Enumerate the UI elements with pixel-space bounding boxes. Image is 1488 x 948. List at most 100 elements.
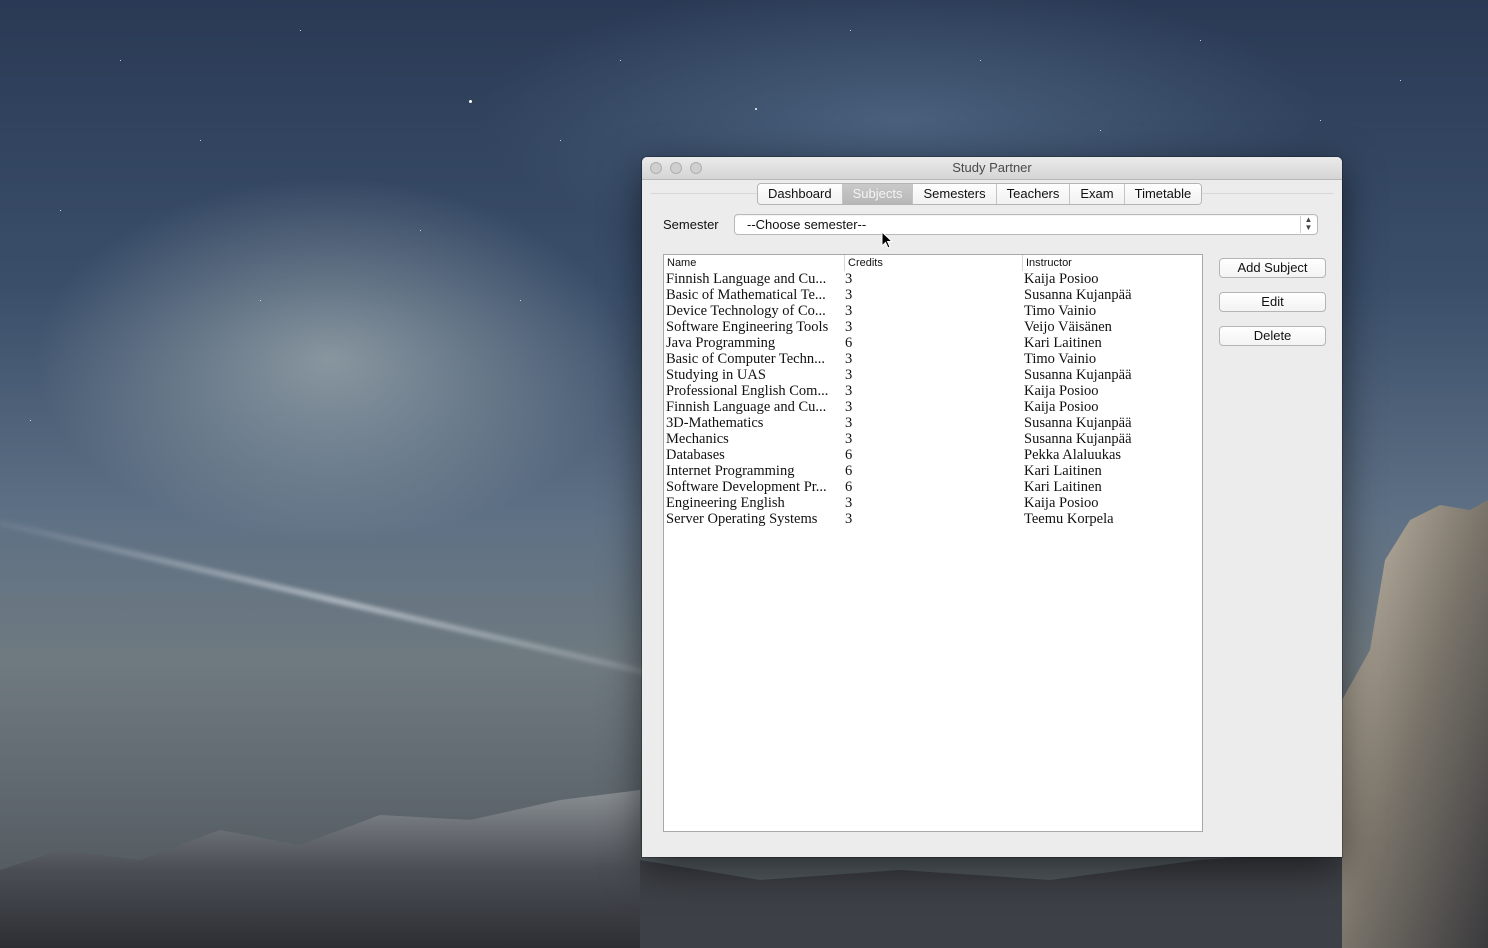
cell-credits: 3: [845, 511, 853, 527]
star-icon: [520, 300, 521, 301]
table-row[interactable]: Basic of Computer Techn... 3 Timo Vainio: [664, 351, 1202, 367]
column-header-credits[interactable]: Credits: [845, 255, 1023, 271]
add-subject-button[interactable]: Add Subject: [1219, 258, 1326, 278]
table-row[interactable]: Mechanics 3 Susanna Kujanpää: [664, 431, 1202, 447]
table-row[interactable]: Basic of Mathematical Te... 3 Susanna Kuja…: [664, 287, 1202, 303]
window-title: Study Partner: [952, 160, 1032, 175]
subjects-table[interactable]: Name Credits Instructor Finnish Language…: [663, 254, 1203, 832]
star-icon: [469, 100, 472, 103]
cell-instructor: Kaija Posioo: [1024, 495, 1099, 511]
table-row[interactable]: Studying in UAS 3 Susanna Kujanpää: [664, 367, 1202, 383]
star-icon: [30, 420, 31, 421]
tab-dashboard[interactable]: Dashboard: [758, 184, 842, 204]
cell-instructor: Susanna Kujanpää: [1024, 287, 1132, 303]
cell-credits: 3: [845, 287, 853, 303]
table-row[interactable]: 3D-Mathematics 3 Susanna Kujanpää: [664, 415, 1202, 431]
star-icon: [300, 30, 301, 31]
tab-subjects[interactable]: Subjects: [841, 184, 913, 204]
star-icon: [1400, 80, 1401, 81]
table-row[interactable]: Finnish Language and Cu... 3 Kaija Posioo: [664, 271, 1202, 287]
tab-timetable[interactable]: Timetable: [1123, 184, 1202, 204]
semester-select[interactable]: --Choose semester-- ▲ ▼: [734, 214, 1318, 235]
star-icon: [755, 108, 757, 110]
cell-instructor: Susanna Kujanpää: [1024, 415, 1132, 431]
star-icon: [850, 30, 851, 31]
star-icon: [620, 60, 621, 61]
cell-credits: 3: [845, 319, 853, 335]
cell-instructor: Pekka Alaluukas: [1024, 447, 1122, 463]
cell-instructor: Kari Laitinen: [1024, 479, 1102, 495]
table-row[interactable]: Server Operating Systems 3 Teemu Korpela: [664, 511, 1202, 527]
cell-name: Internet Programming: [666, 463, 795, 479]
cell-instructor: Kari Laitinen: [1024, 335, 1102, 351]
tab-exam[interactable]: Exam: [1069, 184, 1124, 204]
cell-name: Finnish Language and Cu...: [666, 399, 827, 415]
table-row[interactable]: Java Programming 6 Kari Laitinen: [664, 335, 1202, 351]
cell-name: Mechanics: [666, 431, 729, 447]
delete-button[interactable]: Delete: [1219, 326, 1326, 346]
star-icon: [980, 60, 981, 61]
cell-credits: 3: [845, 495, 853, 511]
table-row[interactable]: Device Technology of Co... 3 Timo Vainio: [664, 303, 1202, 319]
tab-bar: Dashboard Subjects Semesters Teachers Ex…: [757, 183, 1203, 205]
cell-name: Engineering English: [666, 495, 785, 511]
table-header: Name Credits Instructor: [664, 255, 1202, 271]
cell-credits: 3: [845, 415, 853, 431]
column-header-name[interactable]: Name: [664, 255, 845, 271]
cell-name: Java Programming: [666, 335, 776, 351]
cell-name: 3D-Mathematics: [666, 415, 764, 431]
cell-name: Server Operating Systems: [666, 511, 818, 527]
star-icon: [200, 140, 201, 141]
cell-credits: 6: [845, 479, 853, 495]
cell-name: Software Development Pr...: [666, 479, 827, 495]
cell-instructor: Kaija Posioo: [1024, 399, 1099, 415]
star-icon: [1100, 130, 1101, 131]
cell-credits: 6: [845, 463, 853, 479]
cell-instructor: Timo Vainio: [1024, 303, 1097, 319]
cell-credits: 3: [845, 271, 853, 287]
app-window: Study Partner Dashboard Subjects Semeste…: [642, 157, 1342, 857]
cell-name: Basic of Mathematical Te...: [666, 287, 826, 303]
star-icon: [120, 60, 121, 61]
table-row[interactable]: Finnish Language and Cu... 3 Kaija Posioo: [664, 399, 1202, 415]
cell-instructor: Timo Vainio: [1024, 351, 1097, 367]
cell-credits: 3: [845, 431, 853, 447]
cell-name: Professional English Com...: [666, 383, 829, 399]
table-row[interactable]: Software Development Pr... 6 Kari Laitinen: [664, 479, 1202, 495]
cell-credits: 3: [845, 383, 853, 399]
select-arrows-icon: ▲ ▼: [1300, 216, 1316, 233]
table-body: Finnish Language and Cu... 3 Kaija Posioo B…: [664, 271, 1202, 527]
table-row[interactable]: Internet Programming 6 Kari Laitinen: [664, 463, 1202, 479]
table-row[interactable]: Databases 6 Pekka Alaluukas: [664, 447, 1202, 463]
cell-credits: 3: [845, 351, 853, 367]
cell-instructor: Kaija Posioo: [1024, 383, 1099, 399]
star-icon: [260, 300, 261, 301]
cell-name: Databases: [666, 447, 725, 463]
cell-credits: 3: [845, 367, 853, 383]
edit-button[interactable]: Edit: [1219, 292, 1326, 312]
cell-instructor: Susanna Kujanpää: [1024, 367, 1132, 383]
cell-name: Studying in UAS: [666, 367, 766, 383]
title-bar[interactable]: Study Partner: [642, 157, 1342, 180]
cell-instructor: Teemu Korpela: [1024, 511, 1114, 527]
semester-label: Semester: [663, 217, 719, 232]
cell-name: Basic of Computer Techn...: [666, 351, 825, 367]
cell-instructor: Veijo Väisänen: [1024, 319, 1112, 335]
table-row[interactable]: Professional English Com... 3 Kaija Posioo: [664, 383, 1202, 399]
table-row[interactable]: Engineering English 3 Kaija Posioo: [664, 495, 1202, 511]
cell-credits: 6: [845, 335, 853, 351]
cell-name: Device Technology of Co...: [666, 303, 826, 319]
star-icon: [1320, 120, 1321, 121]
table-row[interactable]: Software Engineering Tools 3 Veijo Väisäne…: [664, 319, 1202, 335]
cell-credits: 6: [845, 447, 853, 463]
tab-semesters[interactable]: Semesters: [912, 184, 996, 204]
cell-name: Software Engineering Tools: [666, 319, 829, 335]
cell-instructor: Kaija Posioo: [1024, 271, 1099, 287]
cell-credits: 3: [845, 303, 853, 319]
tab-teachers[interactable]: Teachers: [995, 184, 1070, 204]
star-icon: [60, 210, 61, 211]
cell-name: Finnish Language and Cu...: [666, 271, 827, 287]
cell-instructor: Susanna Kujanpää: [1024, 431, 1132, 447]
star-icon: [560, 140, 561, 141]
column-header-instructor[interactable]: Instructor: [1023, 255, 1202, 271]
